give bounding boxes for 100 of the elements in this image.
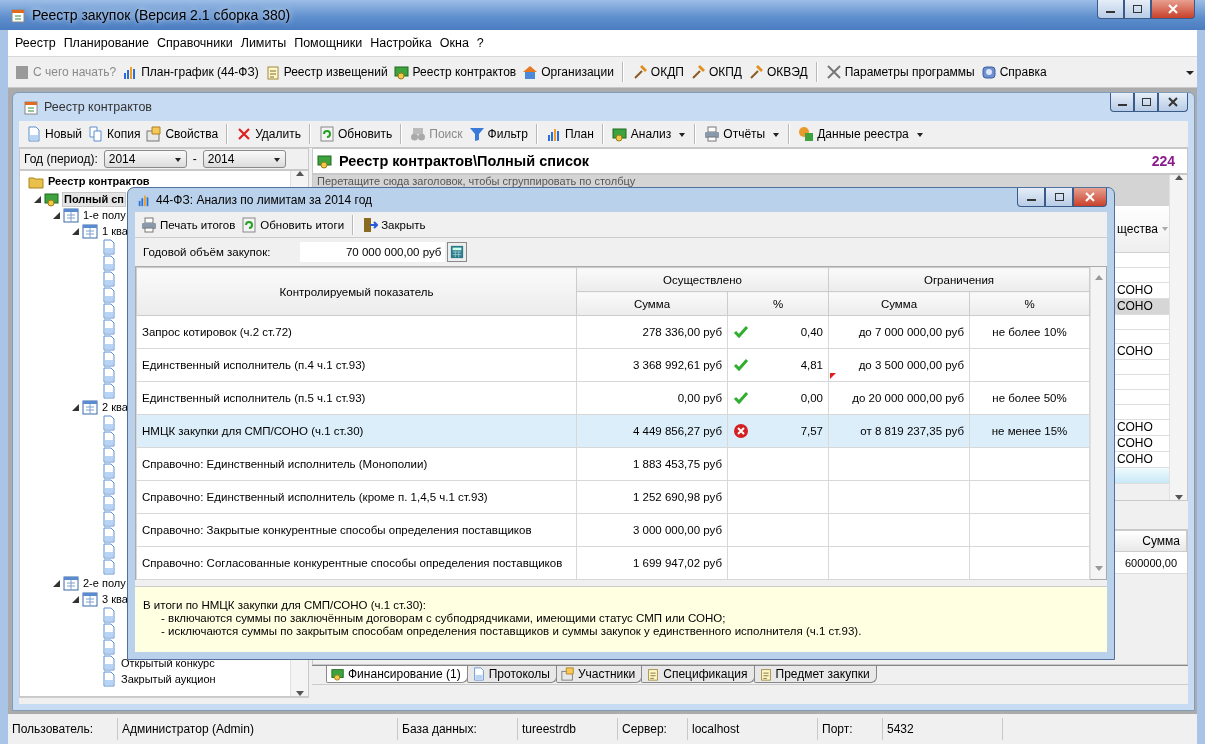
document-icon <box>101 367 117 383</box>
overflow-icon[interactable] <box>1186 70 1194 76</box>
year-dropdown[interactable]: 2014 <box>202 150 286 168</box>
toolbar-button[interactable]: Закрыть <box>359 214 429 235</box>
toolbar-button[interactable]: Новый <box>23 124 86 144</box>
column-header: % <box>969 291 1090 316</box>
check-icon <box>733 324 749 340</box>
collapse-icon[interactable] <box>71 402 80 412</box>
maximize-button[interactable] <box>1134 93 1158 112</box>
minimize-button[interactable] <box>1097 0 1124 19</box>
toolbar-button[interactable]: Копия <box>85 124 144 144</box>
tree-item[interactable]: 2-е полу <box>81 575 128 591</box>
table-row[interactable]: Единственный исполнитель (п.5 ч.1 ст.93) 0,00 руб 0,00 до 20 000 000,00 руб не более 50% <box>136 381 1090 415</box>
menu-item[interactable]: Планирование <box>59 36 153 50</box>
tree-item[interactable]: Полный сп <box>62 191 126 207</box>
tree-item[interactable]: 2 ква <box>100 399 130 415</box>
toolbar-button[interactable]: Данные реестра <box>795 124 927 144</box>
toolbar-button[interactable]: Обновить <box>315 124 396 144</box>
calculator-button[interactable] <box>447 242 468 262</box>
tab[interactable]: Предмет закупки <box>753 666 877 683</box>
close-icon <box>1085 192 1095 202</box>
tab[interactable]: Финансирование (1) <box>326 666 468 683</box>
scrollbar[interactable] <box>1169 175 1187 500</box>
table-row[interactable]: НМЦК закупки для СМП/СОНО (ч.1 ст.30) 4 449 856,27 руб 7,57 от 8 819 237,35 руб не менее 15% <box>136 414 1090 448</box>
maximize-button[interactable] <box>1045 188 1073 207</box>
menu-item[interactable]: Реестр <box>11 36 60 50</box>
calendar-icon <box>82 591 98 607</box>
status-value: Администратор (Admin) <box>118 718 398 740</box>
collapse-icon[interactable] <box>71 594 80 604</box>
tree-item[interactable]: Открытый конкурс <box>119 655 217 671</box>
menu-item[interactable]: Справочники <box>152 36 237 50</box>
status-label: Сервер: <box>618 718 688 740</box>
table-cell-text: СОНО <box>1116 298 1154 314</box>
toolbar-button[interactable]: ОКДП <box>628 62 687 82</box>
collapse-icon[interactable] <box>71 226 80 236</box>
table-row[interactable]: Справочно: Единственный исполнитель (кроме п. 1,4,5 ч.1 ст.93) 1 252 690,98 руб <box>136 480 1090 514</box>
scroll-down-icon[interactable] <box>295 691 304 696</box>
scroll-down-icon[interactable] <box>1174 495 1183 500</box>
toolbar-button[interactable]: Анализ <box>608 124 690 144</box>
window-title: Реестр закупок (Версия 2.1 сборка 380) <box>32 7 291 23</box>
toolbar-button[interactable]: Печать итогов <box>138 214 239 235</box>
document-icon <box>101 303 117 319</box>
collapse-icon[interactable] <box>33 194 42 204</box>
table-cell: 1 699 947,02 руб <box>632 557 722 569</box>
tab[interactable]: Участники <box>555 666 643 683</box>
table-row[interactable]: Запрос котировок (ч.2 ст.72) 278 336,00 руб 0,40 до 7 000 000,00 руб не более 10% <box>136 315 1090 349</box>
toolbar-button[interactable]: Параметры программы <box>822 62 978 82</box>
column-header: Осуществлено <box>576 267 829 292</box>
minimize-button[interactable] <box>1017 188 1045 207</box>
menu-item[interactable]: Окна <box>435 36 473 50</box>
tab[interactable]: Спецификация <box>641 666 755 683</box>
close-button[interactable] <box>1073 188 1107 207</box>
field-label: Годовой объём закупок: <box>143 246 271 258</box>
volume-field[interactable]: 70 000 000,00 руб <box>300 242 446 262</box>
table-cell: 1 252 690,98 руб <box>632 491 722 503</box>
table-row[interactable]: Единственный исполнитель (п.4 ч.1 ст.93) 3 368 992,61 руб 4,81 до 3 500 000,00 руб <box>136 348 1090 382</box>
close-button[interactable] <box>1151 0 1195 19</box>
close-button[interactable] <box>1158 93 1188 112</box>
toolbar-button[interactable]: Реестр контрактов <box>390 62 520 82</box>
tree-item[interactable]: 1-е полу <box>81 207 128 223</box>
table-row[interactable]: Справочно: Единственный исполнитель (Монополии) 1 883 453,75 руб <box>136 447 1090 481</box>
toolbar-button[interactable]: План <box>542 124 597 144</box>
table-cell: Справочно: Закрытые конкурентные способы определения поставщиков <box>142 524 532 536</box>
menu-item[interactable]: Настройка <box>366 36 436 50</box>
toolbar-button[interactable]: Удалить <box>233 124 304 144</box>
status-label: Порт: <box>818 718 883 740</box>
toolbar-button[interactable]: Организации <box>519 62 617 82</box>
toolbar-button[interactable]: Отчёты <box>701 124 784 144</box>
year-dropdown[interactable]: 2014 <box>103 150 187 168</box>
table-cell: 7,57 <box>800 425 823 437</box>
toolbar-button[interactable]: Реестр извещений <box>261 62 391 82</box>
table-row[interactable]: Справочно: Согласованные конкурентные способы определения поставщиков 1 699 947,02 руб <box>136 546 1090 580</box>
toolbar-button[interactable]: Фильтр <box>465 124 531 144</box>
scroll-up-icon[interactable] <box>295 171 304 176</box>
check-icon <box>733 357 749 373</box>
minimize-button[interactable] <box>1110 93 1134 112</box>
calendar-icon <box>82 399 98 415</box>
column-header: % <box>727 291 829 316</box>
menu-item[interactable]: Лимиты <box>236 36 291 50</box>
collapse-icon[interactable] <box>52 578 61 588</box>
menu-item[interactable]: ? <box>472 36 488 50</box>
collapse-icon[interactable] <box>52 210 61 220</box>
toolbar-button[interactable]: Справка <box>977 62 1050 82</box>
filter-icon <box>468 126 485 142</box>
toolbar-button[interactable]: ОКПД <box>686 62 745 82</box>
toolbar-button[interactable]: Свойства <box>143 124 222 144</box>
document-icon <box>101 255 117 271</box>
money-icon <box>44 191 60 207</box>
tree-item[interactable]: 3 ква <box>100 591 130 607</box>
tree-item[interactable]: Закрытый аукцион <box>119 671 218 687</box>
tree-item[interactable]: 1 ква <box>100 223 130 239</box>
tab[interactable]: Протоколы <box>466 666 557 683</box>
toolbar-button[interactable]: План-график (44-ФЗ) <box>119 62 262 82</box>
maximize-button[interactable] <box>1124 0 1151 19</box>
printer-icon <box>704 126 721 142</box>
tree-item[interactable]: Реестр контрактов <box>46 174 152 189</box>
toolbar-button[interactable]: Обновить итоги <box>238 214 348 235</box>
table-row[interactable]: Справочно: Закрытые конкурентные способы определения поставщиков 3 000 000,00 руб <box>136 513 1090 547</box>
menu-item[interactable]: Помощники <box>290 36 367 50</box>
toolbar-button[interactable]: ОКВЭД <box>745 62 811 82</box>
